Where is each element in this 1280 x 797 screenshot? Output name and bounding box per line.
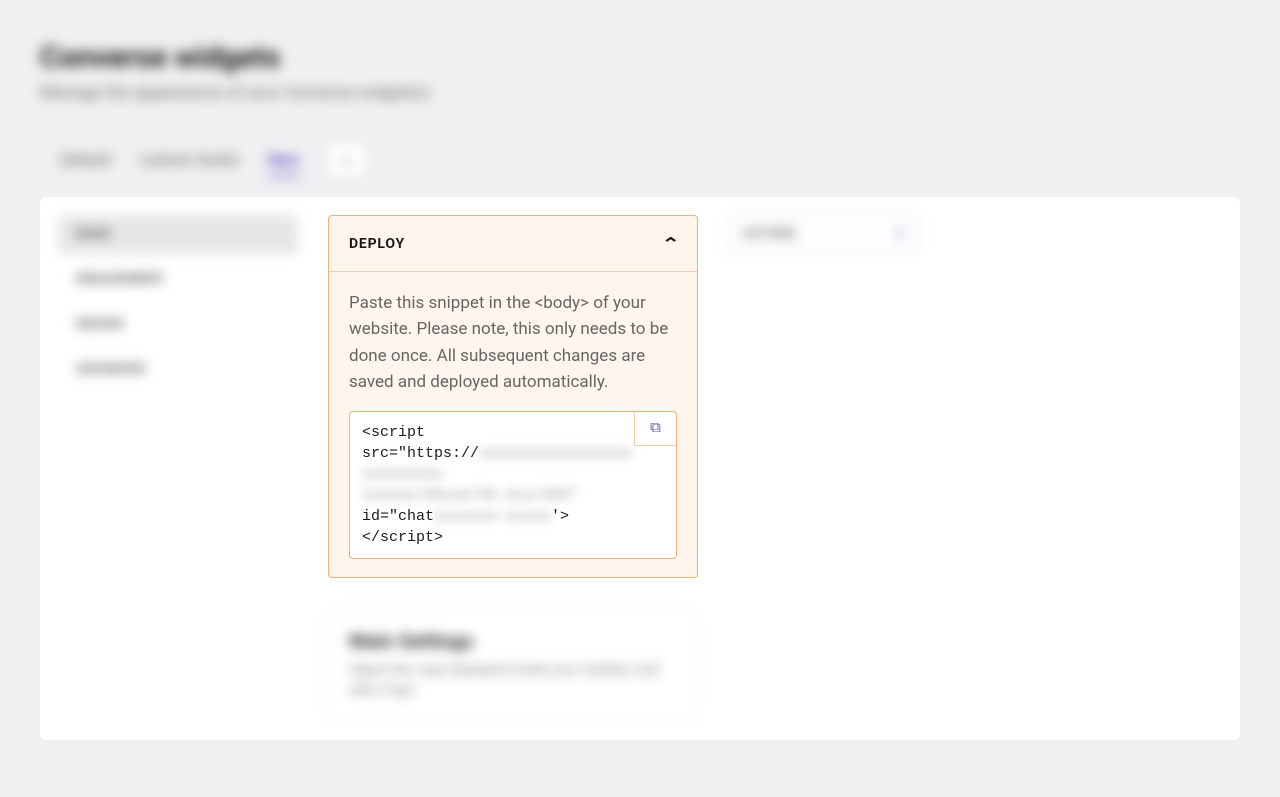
code-line-1: <script [362,424,425,441]
deploy-card: DEPLOY ⌃ Paste this snippet in the <body… [328,215,698,578]
main-settings-title: Main Settings [349,629,677,653]
code-line-6: </script> [362,529,443,546]
chevron-down-icon: ▾ [897,226,903,240]
main-settings-card: Main Settings Adjust the copy displayed … [328,608,698,721]
main-settings-desc: Adjust the copy displayed inside your ch… [349,661,677,700]
actions-dropdown[interactable]: ACTIONS ▾ [728,215,918,251]
code-line-5b: xxxxxxx-xxxxx [434,508,551,525]
center-column: DEPLOY ⌃ Paste this snippet in the <body… [328,215,698,722]
code-line-5c: '> [551,508,569,525]
right-column: ACTIONS ▾ [728,215,918,251]
code-snippet: ⧉ <script src="https://xxxxxxxxxxxxxxxxx… [349,411,677,559]
deploy-title: DEPLOY [349,236,405,252]
tab-default[interactable]: Default [60,144,111,177]
tab-custom-footer[interactable]: custom footer [139,144,240,177]
tab-new[interactable]: New [268,144,300,177]
sidebar-item-design[interactable]: DESIGN [58,305,298,344]
code-line-2b: xxxxxxxxxxxxxxxxx [479,445,632,462]
sidebar-item-engagement[interactable]: ENGAGEMENT [58,260,298,299]
page-subtitle: Manage the appearance of your Converse w… [40,83,1240,103]
actions-label: ACTIONS [743,226,797,240]
code-line-4: xxxxxx/XXxxX/XX.Xxx/XXX" [362,487,578,504]
code-line-5a: id="chat [362,508,434,525]
code-line-2a: src="https:// [362,445,479,462]
sidebar-item-advanced[interactable]: ADVANCED [58,350,298,389]
tabs: Default custom footer New + [40,143,1240,177]
page-title: Converse widgets [40,40,1240,75]
copy-button[interactable]: ⧉ [634,412,676,446]
add-tab-button[interactable]: + [328,143,366,177]
code-line-3: xxxxxxxxx [362,466,443,483]
deploy-body: Paste this snippet in the <body> of your… [329,272,697,577]
copy-icon: ⧉ [650,418,661,439]
sidebar-item-main[interactable]: MAIN [58,215,298,254]
deploy-header[interactable]: DEPLOY ⌃ [329,216,697,272]
deploy-description: Paste this snippet in the <body> of your… [349,290,677,395]
chevron-up-icon: ⌃ [661,234,680,253]
content: MAIN ENGAGEMENT DESIGN ADVANCED DEPLOY ⌃… [40,197,1240,740]
sidebar: MAIN ENGAGEMENT DESIGN ADVANCED [58,215,298,389]
